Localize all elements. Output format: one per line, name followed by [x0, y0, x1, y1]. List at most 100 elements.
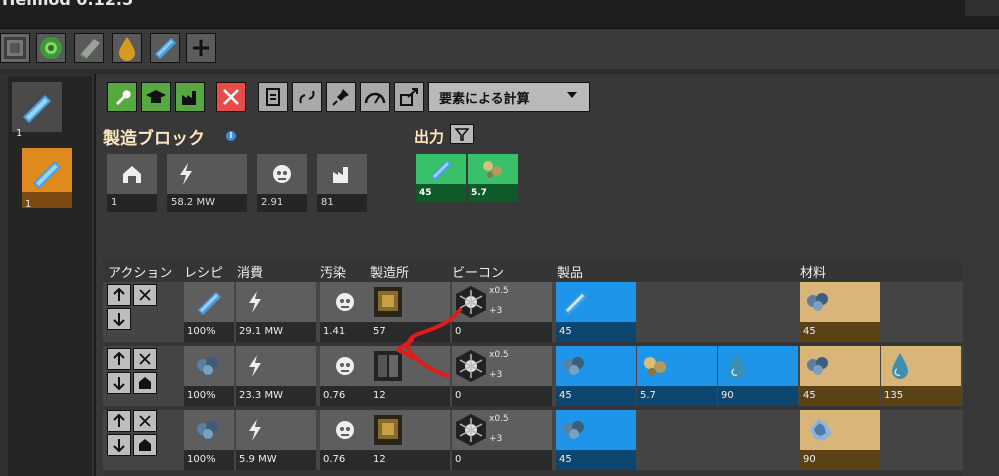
- move-down-button[interactable]: [107, 434, 131, 456]
- pollution-cell: 1.41: [320, 282, 370, 342]
- pipe-icon[interactable]: [150, 33, 180, 63]
- power-cell: 23.3 MW: [236, 346, 316, 406]
- output-ore[interactable]: 5.7: [468, 154, 518, 202]
- oil-drop-icon: [892, 353, 908, 379]
- info-icon[interactable]: i: [226, 131, 236, 141]
- stat-power: 58.2 MW: [167, 154, 247, 212]
- ore-icon: [563, 421, 584, 439]
- product-cell[interactable]: 45: [556, 282, 636, 342]
- calculation-mode-dropdown[interactable]: 要素による計算: [428, 82, 590, 112]
- remove-button[interactable]: [133, 348, 157, 370]
- house-icon: [139, 439, 151, 451]
- ingredient-cell[interactable]: 45: [800, 282, 880, 342]
- plate-icon[interactable]: [74, 33, 104, 63]
- wrench-button[interactable]: [107, 82, 137, 112]
- delete-button[interactable]: [216, 82, 246, 112]
- ore-icon: [197, 421, 218, 439]
- output-title: 出力: [414, 128, 445, 146]
- product-cell[interactable]: 45: [556, 346, 636, 406]
- stat-pollution: 2.91: [257, 154, 307, 212]
- assembler-icon: [374, 415, 402, 445]
- arrow-down-icon: [113, 439, 125, 452]
- lightning-icon: [249, 291, 261, 313]
- ingredient-cell[interactable]: 90: [800, 410, 880, 470]
- title-bar-control[interactable]: [965, 0, 999, 16]
- header-ingredients: 材料: [800, 266, 827, 281]
- export-button[interactable]: [394, 82, 424, 112]
- ore-icon: [483, 161, 502, 178]
- model-list: 1 1: [8, 76, 92, 476]
- pollution-icon: [336, 421, 354, 439]
- output-pipe[interactable]: 45: [416, 154, 466, 202]
- move-up-button[interactable]: [107, 410, 131, 432]
- graduation-button[interactable]: [141, 82, 171, 112]
- stat-count: 1: [107, 154, 157, 212]
- ore-icon: [807, 293, 828, 311]
- model-item-count-bar: 1: [22, 192, 72, 210]
- pin-icon: [332, 89, 349, 106]
- header-recipe: レシピ: [184, 266, 224, 281]
- header-pollution: 汚染: [320, 266, 347, 281]
- product-cell[interactable]: 5.7: [637, 346, 717, 406]
- arrow-up-icon: [113, 414, 125, 427]
- ore-icon: [807, 357, 828, 375]
- add-tab-button[interactable]: +: [186, 33, 216, 63]
- header-action: アクション: [108, 266, 173, 281]
- left-panel: 1 1: [0, 74, 96, 476]
- header-beacon: ビーコン: [452, 266, 505, 281]
- recipe-cell[interactable]: 100%: [184, 282, 234, 342]
- pollution-icon: [336, 293, 354, 311]
- close-icon: [139, 353, 151, 365]
- ingredient-cell[interactable]: 135: [881, 346, 961, 406]
- filter-icon: [455, 128, 469, 141]
- model-item[interactable]: [12, 82, 62, 132]
- pipe-icon: [564, 292, 587, 315]
- model-item-selected[interactable]: [22, 148, 72, 198]
- link-icon: [299, 90, 315, 104]
- factory-icon: [333, 167, 348, 183]
- arrow-down-icon: [113, 313, 125, 326]
- speed-button[interactable]: [360, 82, 390, 112]
- pollution-icon: [273, 165, 291, 183]
- pollution-icon: [336, 357, 354, 375]
- ingredient-cell[interactable]: 45: [800, 346, 880, 406]
- document-button[interactable]: [258, 82, 288, 112]
- lightning-icon: [180, 163, 192, 185]
- wrench-icon: [116, 90, 131, 105]
- product-cell[interactable]: 45: [556, 410, 636, 470]
- ore-icon: [197, 357, 218, 375]
- circuit-icon[interactable]: [0, 33, 30, 63]
- pin-button[interactable]: [326, 82, 356, 112]
- product-cell[interactable]: 90: [718, 346, 798, 406]
- link-button[interactable]: [292, 82, 322, 112]
- gold-ore-icon: [644, 357, 666, 376]
- remove-button[interactable]: [133, 410, 157, 432]
- house-icon: [123, 166, 141, 183]
- pollution-cell: 0.76: [320, 346, 370, 406]
- beacon-cell[interactable]: x0.5 +3 0: [452, 410, 552, 470]
- graduation-cap-icon: [146, 90, 166, 103]
- move-up-button[interactable]: [107, 284, 131, 306]
- factory-cell[interactable]: 12: [370, 410, 450, 470]
- block-title: 製造ブロック: [103, 129, 205, 149]
- unlink-button[interactable]: [133, 434, 157, 456]
- factory-button[interactable]: [175, 82, 205, 112]
- beacon-icon: [456, 414, 486, 446]
- pipe-icon: [23, 95, 51, 123]
- unlink-button[interactable]: [133, 372, 157, 394]
- recipe-cell[interactable]: 100%: [184, 346, 234, 406]
- remove-button[interactable]: [133, 284, 157, 306]
- stat-factories: 81: [317, 154, 367, 212]
- close-icon: [139, 289, 151, 301]
- filter-button[interactable]: [450, 124, 474, 144]
- move-down-button[interactable]: [107, 372, 131, 394]
- document-icon: [266, 88, 280, 106]
- arrow-up-icon: [113, 352, 125, 365]
- lightning-icon: [249, 355, 261, 377]
- recycle-icon[interactable]: [36, 33, 66, 63]
- move-up-button[interactable]: [107, 348, 131, 370]
- oil-drop-icon[interactable]: [112, 33, 142, 63]
- recipe-cell[interactable]: 100%: [184, 410, 234, 470]
- move-down-button[interactable]: [107, 308, 131, 330]
- close-icon: [139, 415, 151, 427]
